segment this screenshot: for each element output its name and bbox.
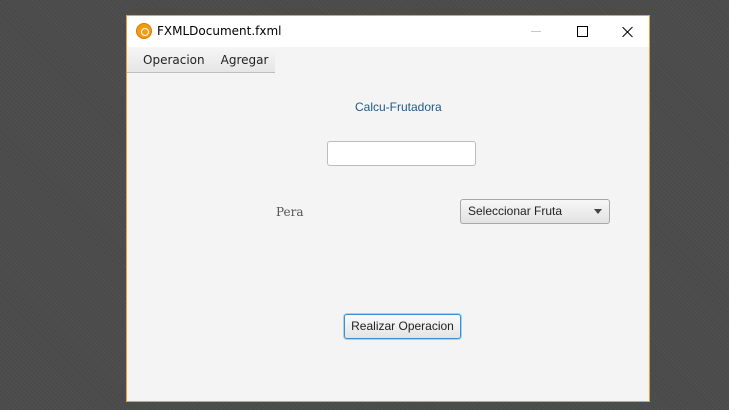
minimize-icon — [531, 31, 541, 32]
menu-operacion[interactable]: Operacion — [127, 53, 213, 67]
app-icon — [136, 23, 152, 39]
window-title: FXMLDocument.fxml — [157, 24, 282, 38]
close-button[interactable] — [605, 16, 651, 47]
fruit-select[interactable]: Seleccionar Fruta — [460, 199, 610, 224]
perform-operation-button[interactable]: Realizar Operacion — [344, 314, 461, 339]
page-title: Calcu-Frutadora — [355, 100, 442, 114]
menu-bar: Operacion Agregar — [127, 47, 275, 73]
fruit-label: Pera — [276, 205, 304, 219]
close-icon — [622, 26, 634, 38]
fruit-select-value: Seleccionar Fruta — [468, 204, 563, 218]
maximize-icon — [576, 26, 588, 37]
menu-agregar[interactable]: Agregar — [213, 53, 277, 67]
maximize-button[interactable] — [559, 16, 605, 47]
title-bar[interactable]: FXMLDocument.fxml — [127, 16, 649, 47]
operation-input[interactable] — [327, 141, 476, 166]
minimize-button[interactable] — [513, 16, 559, 47]
app-window: FXMLDocument.fxml Operacion Agregar Calc… — [126, 15, 650, 402]
chevron-down-icon — [594, 209, 602, 214]
